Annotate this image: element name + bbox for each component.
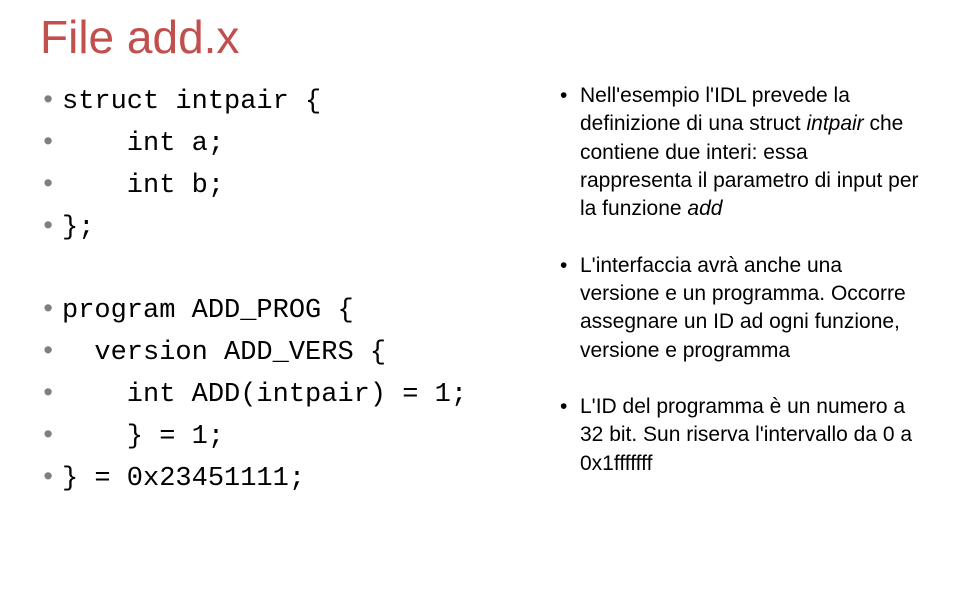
note-text: Nell'esempio l'IDL prevede la definizion… xyxy=(580,82,920,224)
code-text: int a; xyxy=(62,124,224,166)
code-text: int b; xyxy=(62,166,224,208)
bullet-icon: • xyxy=(560,82,580,110)
code-text: struct intpair { xyxy=(62,82,321,124)
slide-page: File add.x • struct intpair { • int a; •… xyxy=(0,0,960,506)
italic-term: intpair xyxy=(806,112,863,135)
page-title: File add.x xyxy=(40,10,920,64)
bullet-icon: • xyxy=(40,124,62,166)
bullet-icon: • xyxy=(40,333,62,375)
bullet-icon: • xyxy=(40,375,62,417)
notes-block: • Nell'esempio l'IDL prevede la definizi… xyxy=(560,82,920,506)
code-line: • version ADD_VERS { xyxy=(40,333,560,375)
code-text: }; xyxy=(62,208,94,250)
note-text: L'ID del programma è un numero a 32 bit.… xyxy=(580,393,920,478)
code-line: • int a; xyxy=(40,124,560,166)
spacer xyxy=(40,249,560,291)
code-line: • }; xyxy=(40,208,560,250)
code-line: • int ADD(intpair) = 1; xyxy=(40,375,560,417)
note-item: • L'interfaccia avrà anche una versione … xyxy=(560,252,920,365)
code-text: int ADD(intpair) = 1; xyxy=(62,375,467,417)
bullet-icon: • xyxy=(40,166,62,208)
note-item: • Nell'esempio l'IDL prevede la definizi… xyxy=(560,82,920,224)
bullet-icon: • xyxy=(40,417,62,459)
note-text: L'interfaccia avrà anche una versione e … xyxy=(580,252,920,365)
code-text: } = 0x23451111; xyxy=(62,459,305,501)
bullet-icon: • xyxy=(560,252,580,280)
code-block: • struct intpair { • int a; • int b; • }… xyxy=(40,82,560,501)
code-line: • int b; xyxy=(40,166,560,208)
code-text: } = 1; xyxy=(62,417,224,459)
bullet-icon: • xyxy=(40,208,62,250)
note-item: • L'ID del programma è un numero a 32 bi… xyxy=(560,393,920,478)
code-text: version ADD_VERS { xyxy=(62,333,386,375)
italic-term: add xyxy=(687,197,722,220)
bullet-icon: • xyxy=(40,82,62,124)
bullet-icon: • xyxy=(560,393,580,421)
code-line: • } = 0x23451111; xyxy=(40,459,560,501)
bullet-icon: • xyxy=(40,291,62,333)
code-line: • struct intpair { xyxy=(40,82,560,124)
code-line: • program ADD_PROG { xyxy=(40,291,560,333)
code-line: • } = 1; xyxy=(40,417,560,459)
content-columns: • struct intpair { • int a; • int b; • }… xyxy=(40,82,920,506)
code-text: program ADD_PROG { xyxy=(62,291,354,333)
bullet-icon: • xyxy=(40,459,62,501)
